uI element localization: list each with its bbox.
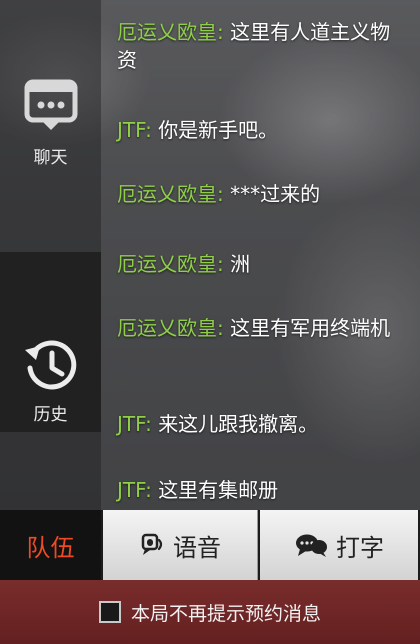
chat-message: 厄运乂欧皇: ***过来的 [117,180,407,208]
chat-message: JTF: 你是新手吧。 [117,116,407,144]
chat-tab-bar: 队伍 语音 打字 [0,510,420,580]
message-separator: : [145,478,159,502]
tab-team[interactable]: 队伍 [0,510,101,580]
chat-message: 厄运乂欧皇: 这里有军用终端机 [117,314,407,342]
type-button[interactable]: 打字 [260,510,418,580]
history-clock-icon [24,340,76,390]
message-text: 这里有军用终端机 [230,316,391,340]
chat-bubble-icon [24,79,77,130]
message-text: 你是新手吧。 [158,118,279,142]
sidebar-item-chat-label: 聊天 [33,148,68,168]
message-sender: JTF [117,478,146,502]
voice-button[interactable]: 语音 [103,510,258,580]
chat-message: 厄运乂欧皇: 这里有人道主义物资 [117,18,407,74]
message-separator: : [145,118,159,142]
chat-message: JTF: 这里有集邮册 [117,476,407,504]
message-separator: : [217,316,231,340]
message-sender: JTF [117,412,146,436]
sidebar: 聊天 历史 [0,0,101,510]
message-text: 洲 [230,252,251,276]
message-sender: 厄运乂欧皇 [117,252,217,276]
message-separator: : [217,20,231,44]
sidebar-item-history[interactable]: 历史 [0,252,101,432]
message-text: 这里有集邮册 [158,478,279,502]
message-sender: 厄运乂欧皇 [117,182,217,206]
voice-button-label: 语音 [173,533,221,562]
message-sender: 厄运乂欧皇 [117,316,217,340]
message-text: ***过来的 [230,182,321,206]
voice-mic-icon [141,533,163,555]
dont-remind-checkbox[interactable] [98,601,121,623]
sidebar-item-chat[interactable]: 聊天 [0,60,101,180]
dont-remind-label[interactable]: 本局不再提示预约消息 [131,599,321,626]
message-separator: : [217,252,231,276]
tab-team-label: 队伍 [26,533,75,562]
sidebar-item-history-label: 历史 [33,405,68,425]
message-separator: : [217,182,231,206]
message-sender: 厄运乂欧皇 [117,20,217,44]
keyboard-chat-icon [296,534,327,557]
message-separator: : [145,412,159,436]
message-text: 来这儿跟我撤离。 [158,412,319,436]
type-button-label: 打字 [336,533,384,562]
chat-message: 厄运乂欧皇: 洲 [117,250,407,278]
chat-message: JTF: 来这儿跟我撤离。 [117,410,407,438]
message-sender: JTF [117,118,146,142]
chat-message-list[interactable]: 厄运乂欧皇: 这里有人道主义物资 JTF: 你是新手吧。 厄运乂欧皇: ***过… [101,0,420,510]
reservation-notice-bar: 本局不再提示预约消息 [0,580,420,644]
